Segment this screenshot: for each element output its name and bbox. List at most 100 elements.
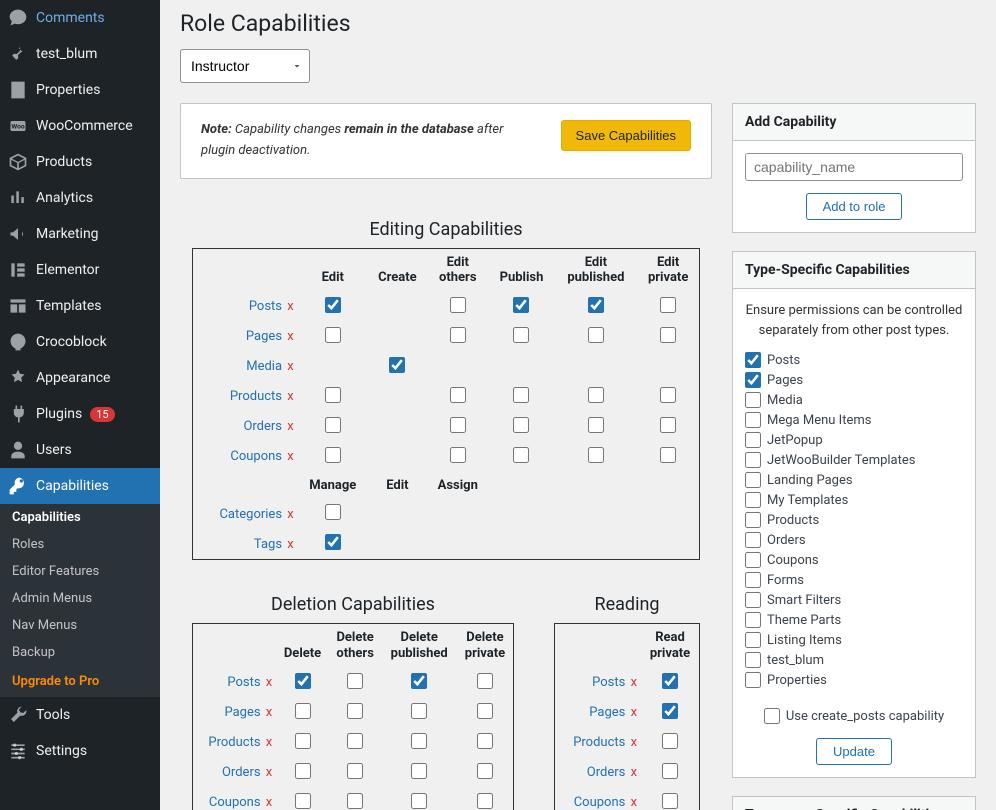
capability-checkbox[interactable] <box>347 793 363 809</box>
capability-checkbox[interactable] <box>477 733 493 749</box>
type-checkbox[interactable] <box>745 512 761 528</box>
capability-checkbox[interactable] <box>450 387 466 403</box>
capability-checkbox[interactable] <box>325 447 341 463</box>
remove-icon[interactable]: x <box>631 705 637 720</box>
save-capabilities-button[interactable]: Save Capabilities <box>561 120 691 151</box>
capability-checkbox[interactable] <box>662 793 678 809</box>
type-checkbox[interactable] <box>745 412 761 428</box>
capability-checkbox[interactable] <box>588 447 604 463</box>
sidebar-subitem-upgrade-to-pro[interactable]: Upgrade to Pro <box>0 666 160 697</box>
capability-checkbox[interactable] <box>513 297 529 313</box>
remove-icon[interactable]: x <box>631 735 637 750</box>
capability-checkbox[interactable] <box>450 447 466 463</box>
sidebar-item-capabilities[interactable]: Capabilities <box>0 468 160 504</box>
type-checkbox[interactable] <box>745 652 761 668</box>
type-checkbox[interactable] <box>745 552 761 568</box>
remove-icon[interactable]: x <box>266 705 272 720</box>
type-checkbox[interactable] <box>745 352 761 368</box>
capability-checkbox[interactable] <box>660 417 676 433</box>
remove-icon[interactable]: x <box>266 765 272 780</box>
capability-checkbox[interactable] <box>513 387 529 403</box>
capability-checkbox[interactable] <box>411 763 427 779</box>
type-checkbox[interactable] <box>745 452 761 468</box>
remove-icon[interactable]: x <box>287 389 293 404</box>
type-checkbox[interactable] <box>745 392 761 408</box>
capability-checkbox[interactable] <box>588 417 604 433</box>
capability-checkbox[interactable] <box>588 327 604 343</box>
type-checkbox[interactable] <box>745 432 761 448</box>
capability-checkbox[interactable] <box>662 733 678 749</box>
capability-checkbox[interactable] <box>325 534 341 550</box>
remove-icon[interactable]: x <box>266 795 272 810</box>
type-checkbox[interactable] <box>745 672 761 688</box>
capability-checkbox[interactable] <box>588 297 604 313</box>
capability-checkbox[interactable] <box>660 327 676 343</box>
remove-icon[interactable]: x <box>287 449 293 464</box>
capability-checkbox[interactable] <box>389 357 405 373</box>
role-select[interactable]: Instructor <box>180 49 310 83</box>
capability-checkbox[interactable] <box>411 673 427 689</box>
sidebar-subitem-roles[interactable]: Roles <box>0 531 160 558</box>
sidebar-item-marketing[interactable]: Marketing <box>0 216 160 252</box>
type-checkbox[interactable] <box>745 592 761 608</box>
update-button[interactable]: Update <box>816 738 892 765</box>
sidebar-item-test_blum[interactable]: test_blum <box>0 36 160 72</box>
remove-icon[interactable]: x <box>287 507 293 522</box>
sidebar-item-appearance[interactable]: Appearance <box>0 360 160 396</box>
capability-checkbox[interactable] <box>450 297 466 313</box>
capability-checkbox[interactable] <box>411 703 427 719</box>
capability-checkbox[interactable] <box>660 447 676 463</box>
sidebar-item-users[interactable]: Users <box>0 432 160 468</box>
capability-checkbox[interactable] <box>477 763 493 779</box>
sidebar-item-templates[interactable]: Templates <box>0 288 160 324</box>
sidebar-item-products[interactable]: Products <box>0 144 160 180</box>
sidebar-subitem-backup[interactable]: Backup <box>0 639 160 666</box>
sidebar-subitem-admin-menus[interactable]: Admin Menus <box>0 585 160 612</box>
sidebar-item-plugins[interactable]: Plugins15 <box>0 396 160 432</box>
capability-checkbox[interactable] <box>347 733 363 749</box>
type-checkbox[interactable] <box>745 572 761 588</box>
type-checkbox[interactable] <box>745 612 761 628</box>
capability-checkbox[interactable] <box>477 703 493 719</box>
remove-icon[interactable]: x <box>287 537 293 552</box>
capability-checkbox[interactable] <box>347 763 363 779</box>
capability-checkbox[interactable] <box>295 703 311 719</box>
capability-checkbox[interactable] <box>513 327 529 343</box>
capability-checkbox[interactable] <box>295 763 311 779</box>
capability-checkbox[interactable] <box>295 673 311 689</box>
remove-icon[interactable]: x <box>287 419 293 434</box>
sidebar-item-elementor[interactable]: Elementor <box>0 252 160 288</box>
capability-checkbox[interactable] <box>660 297 676 313</box>
capability-name-input[interactable] <box>745 153 963 181</box>
remove-icon[interactable]: x <box>266 735 272 750</box>
capability-checkbox[interactable] <box>325 387 341 403</box>
remove-icon[interactable]: x <box>631 795 637 810</box>
capability-checkbox[interactable] <box>411 793 427 809</box>
remove-icon[interactable]: x <box>266 675 272 690</box>
capability-checkbox[interactable] <box>325 297 341 313</box>
capability-checkbox[interactable] <box>411 733 427 749</box>
capability-checkbox[interactable] <box>662 763 678 779</box>
capability-checkbox[interactable] <box>347 703 363 719</box>
capability-checkbox[interactable] <box>662 703 678 719</box>
capability-checkbox[interactable] <box>325 327 341 343</box>
capability-checkbox[interactable] <box>660 387 676 403</box>
capability-checkbox[interactable] <box>662 673 678 689</box>
add-to-role-button[interactable]: Add to role <box>806 193 903 220</box>
sidebar-subitem-editor-features[interactable]: Editor Features <box>0 558 160 585</box>
capability-checkbox[interactable] <box>450 417 466 433</box>
use-create-posts-checkbox[interactable] <box>764 708 780 724</box>
remove-icon[interactable]: x <box>287 329 293 344</box>
capability-checkbox[interactable] <box>513 447 529 463</box>
remove-icon[interactable]: x <box>287 359 293 374</box>
capability-checkbox[interactable] <box>513 417 529 433</box>
capability-checkbox[interactable] <box>295 733 311 749</box>
sidebar-item-settings[interactable]: Settings <box>0 733 160 769</box>
type-checkbox[interactable] <box>745 492 761 508</box>
sidebar-item-woocommerce[interactable]: WooWooCommerce <box>0 108 160 144</box>
remove-icon[interactable]: x <box>631 675 637 690</box>
sidebar-item-analytics[interactable]: Analytics <box>0 180 160 216</box>
capability-checkbox[interactable] <box>347 673 363 689</box>
capability-checkbox[interactable] <box>588 387 604 403</box>
capability-checkbox[interactable] <box>295 793 311 809</box>
